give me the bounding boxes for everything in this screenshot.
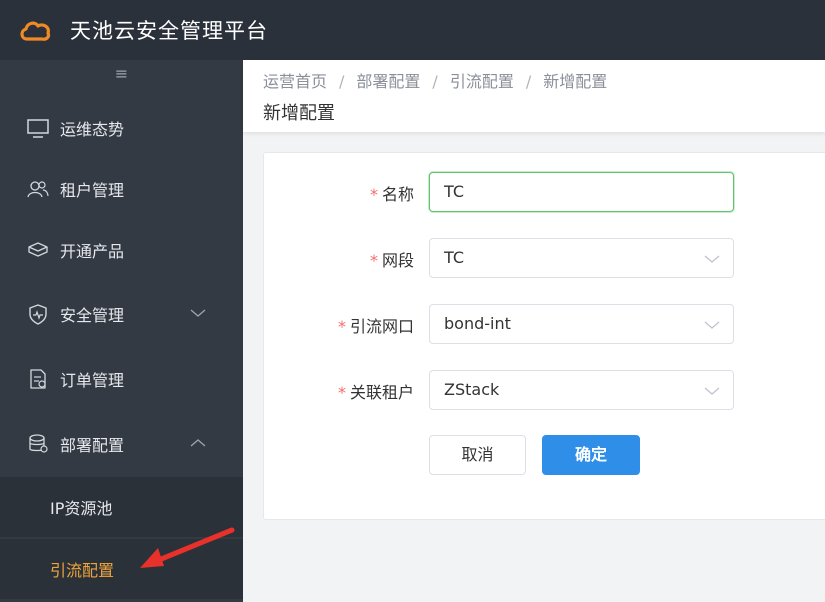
app-title: 天池云安全管理平台	[70, 19, 268, 43]
breadcrumb: 运营首页 / 部署配置 / 引流配置 / 新增配置	[263, 72, 608, 91]
confirm-button[interactable]: 确定	[542, 435, 640, 475]
chevron-down-icon	[190, 309, 206, 317]
breadcrumb-item[interactable]: 部署配置	[356, 72, 420, 91]
cancel-button[interactable]: 取消	[429, 435, 526, 475]
sidebar-item-ops-status[interactable]: 运维态势	[0, 98, 243, 158]
name-label: * 名称	[369, 185, 414, 204]
segment-select[interactable]: TC	[429, 238, 734, 278]
breadcrumb-item[interactable]: 引流配置	[450, 72, 514, 91]
sidebar-subitem-label: 引流配置	[50, 561, 115, 580]
sidebar-item-label: 订单管理	[60, 371, 125, 390]
monitor-icon	[27, 119, 49, 138]
breadcrumb-item: 新增配置	[543, 72, 608, 91]
sidebar-item-label: 安全管理	[60, 306, 125, 325]
chevron-down-icon	[704, 321, 720, 329]
annotation-arrow-icon	[140, 527, 235, 568]
sidebar-item-tenants[interactable]: 租户管理	[0, 159, 243, 219]
database-icon	[29, 434, 48, 453]
name-input[interactable]: TC	[429, 172, 734, 212]
sidebar-item-orders[interactable]: 订单管理	[0, 349, 243, 409]
port-select[interactable]: bond-int	[429, 304, 734, 344]
tenant-select-value: ZStack	[444, 380, 500, 399]
chevron-down-icon	[704, 387, 720, 395]
cloud-logo-icon	[20, 21, 51, 41]
menu-toggle-icon[interactable]: ≡	[0, 64, 243, 83]
sidebar-item-label: 开通产品	[60, 242, 125, 261]
segment-label: * 网段	[369, 251, 414, 270]
port-label: * 引流网口	[337, 317, 414, 336]
sidebar-item-label: 运维态势	[60, 120, 125, 139]
top-bar: 天池云安全管理平台	[0, 0, 825, 60]
tenant-select[interactable]: ZStack	[429, 370, 734, 410]
breadcrumb-item[interactable]: 运营首页	[263, 72, 327, 91]
page-header: 运营首页 / 部署配置 / 引流配置 / 新增配置 新增配置	[243, 60, 825, 132]
chevron-down-icon	[704, 255, 720, 263]
shield-icon	[29, 304, 47, 325]
sidebar-item-products[interactable]: 开通产品	[0, 220, 243, 280]
chevron-up-icon	[190, 439, 206, 447]
page-title: 新增配置	[263, 103, 335, 124]
sidebar-item-label: 部署配置	[60, 436, 125, 455]
box-icon	[28, 242, 48, 257]
tenant-label: * 关联租户	[337, 383, 414, 402]
order-icon	[30, 369, 46, 389]
sidebar-item-label: 租户管理	[60, 181, 125, 200]
users-icon	[27, 181, 49, 198]
sidebar-item-security[interactable]: 安全管理	[0, 284, 243, 344]
name-input-value: TC	[444, 182, 465, 201]
port-select-value: bond-int	[444, 314, 511, 333]
sidebar-item-deploy-config[interactable]: 部署配置	[0, 414, 243, 474]
sidebar-subitem-label: IP资源池	[50, 499, 113, 518]
segment-select-value: TC	[444, 248, 465, 267]
